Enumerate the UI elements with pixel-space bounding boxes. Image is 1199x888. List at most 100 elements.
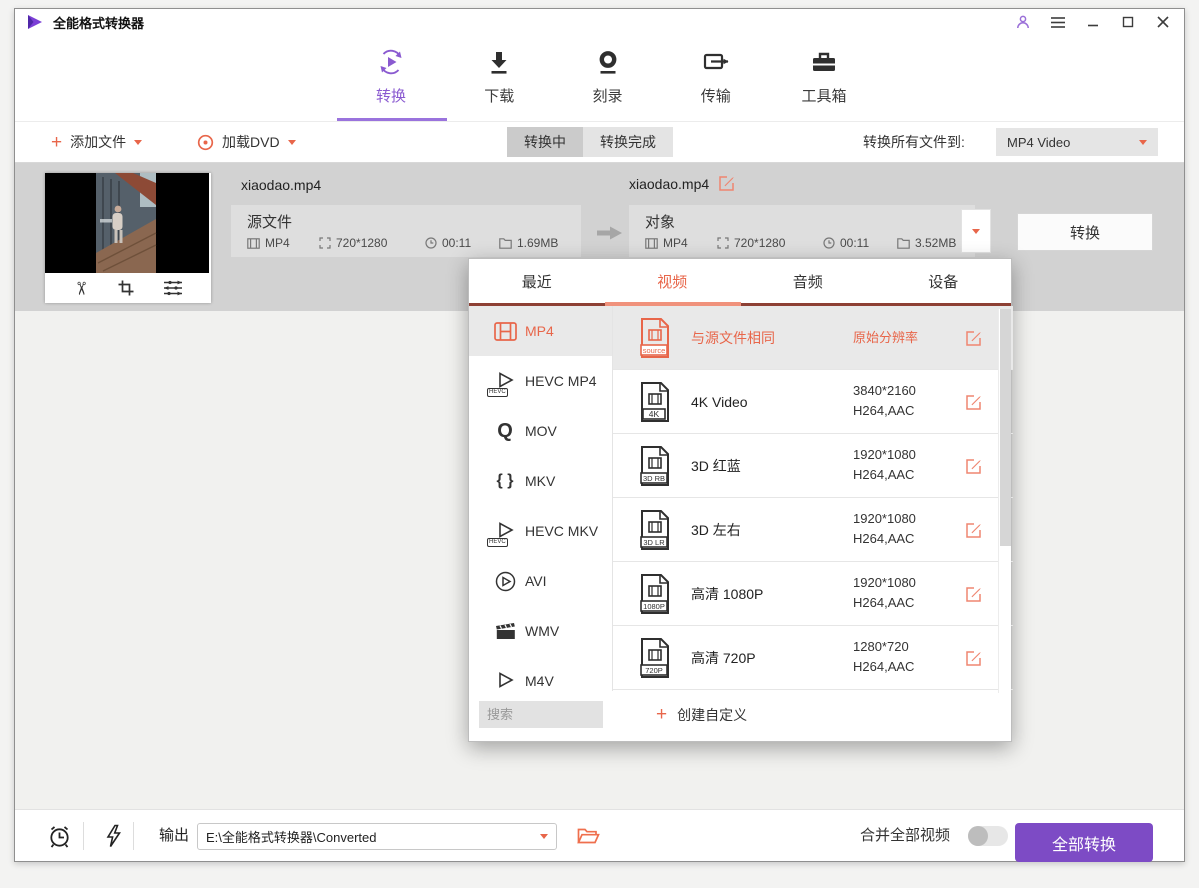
open-folder-icon[interactable]: [577, 828, 600, 845]
output-path-field: [197, 823, 557, 850]
minimize-icon[interactable]: [1084, 14, 1102, 30]
format-list: MP4 HEVC HEVC MP4 Q MOV { } MKV HEV: [469, 306, 613, 691]
tab-download[interactable]: 下载: [463, 47, 535, 106]
target-info-panel: 对象 MP4 720*1280 00:11: [629, 205, 975, 257]
thumbnail-toolbar: ✂: [45, 273, 211, 303]
add-file-button[interactable]: + 添加文件: [51, 122, 142, 162]
merge-videos-toggle[interactable]: [968, 826, 1008, 846]
format-item-mov[interactable]: Q MOV: [469, 406, 612, 456]
convert-all-button[interactable]: 全部转换: [1015, 823, 1153, 862]
format-item-mp4[interactable]: MP4: [469, 306, 612, 356]
4k-file-icon: 4K: [639, 381, 671, 428]
format-item-hevc-mkv[interactable]: HEVC HEVC MKV: [469, 506, 612, 556]
preset-same-as-source[interactable]: source 与源文件相同 原始分辨率: [613, 306, 1013, 370]
preset-3d-left-right[interactable]: 3D LR 3D 左右 1920*1080H264,AAC: [613, 498, 1013, 562]
close-icon[interactable]: [1154, 14, 1172, 30]
format-picker-popup: 最近 视频 音频 设备 MP4 HEVC HEVC MP4: [468, 258, 1012, 742]
add-file-label: 添加文件: [70, 132, 126, 152]
svg-text:source: source: [643, 346, 666, 355]
source-resolution: 720*1280: [319, 236, 425, 250]
load-dvd-button[interactable]: 加载DVD: [197, 122, 296, 162]
source-file-icon: source: [639, 317, 671, 364]
rename-icon[interactable]: [718, 175, 735, 192]
svg-text:3D RB: 3D RB: [643, 474, 665, 483]
mp4-film-icon: [485, 322, 525, 341]
target-format: MP4: [645, 236, 717, 250]
popup-tab-video[interactable]: 视频: [605, 259, 741, 306]
crop-icon[interactable]: [117, 279, 135, 297]
chevron-down-icon: [288, 140, 296, 145]
high-speed-icon[interactable]: [104, 824, 122, 848]
clapperboard-icon: [485, 622, 525, 640]
screen: 全能格式转换器: [0, 0, 1199, 888]
edit-preset-icon[interactable]: [965, 458, 982, 480]
preset-hd-1080p[interactable]: 1080P 高清 1080P 1920*1080H264,AAC: [613, 562, 1013, 626]
chevron-down-icon: [1139, 140, 1147, 145]
svg-text:3D LR: 3D LR: [643, 538, 665, 547]
effects-icon[interactable]: [163, 279, 183, 297]
hevc-play-icon: HEVC: [485, 522, 525, 540]
edit-preset-icon[interactable]: [965, 330, 982, 352]
format-item-mkv[interactable]: { } MKV: [469, 456, 612, 506]
target-resolution: 720*1280: [717, 236, 823, 250]
hevc-play-icon: HEVC: [485, 372, 525, 390]
target-panel-title: 对象: [645, 211, 975, 232]
edit-preset-icon[interactable]: [965, 650, 982, 672]
1080p-file-icon: 1080P: [639, 573, 671, 620]
source-panel-title: 源文件: [247, 211, 581, 232]
720p-file-icon: 720P: [639, 637, 671, 684]
tab-convert[interactable]: 转换: [355, 47, 427, 106]
popup-tab-recent[interactable]: 最近: [469, 259, 605, 306]
target-duration: 00:11: [823, 236, 897, 250]
maximize-icon[interactable]: [1119, 14, 1137, 30]
format-item-avi[interactable]: AVI: [469, 556, 612, 606]
convert-button[interactable]: 转换: [1017, 213, 1153, 251]
tab-transfer-label: 传输: [701, 85, 731, 106]
preset-hd-720p[interactable]: 720P 高清 720P 1280*720H264,AAC: [613, 626, 1013, 690]
scrollbar-thumb[interactable]: [1000, 309, 1011, 546]
popup-tab-audio[interactable]: 音频: [740, 259, 876, 306]
source-format: MP4: [247, 236, 319, 250]
plus-icon: +: [51, 133, 62, 152]
video-thumbnail-card: ✂: [45, 173, 211, 303]
tab-finished[interactable]: 转换完成: [583, 127, 673, 157]
format-search-input[interactable]: [479, 701, 603, 728]
format-item-wmv[interactable]: WMV: [469, 606, 612, 656]
target-format-dropdown-button[interactable]: [961, 209, 991, 253]
preset-4k-video[interactable]: 4K 4K Video 3840*2160H264,AAC: [613, 370, 1013, 434]
play-outline-icon: [485, 672, 525, 690]
toolbox-icon: [809, 47, 839, 77]
chevron-down-icon[interactable]: [540, 834, 548, 839]
app-title: 全能格式转换器: [53, 13, 144, 32]
svg-text:720P: 720P: [645, 666, 663, 675]
tab-transfer[interactable]: 传输: [680, 47, 752, 106]
format-item-m4v[interactable]: M4V: [469, 656, 612, 691]
queue-filter: 转换中 转换完成: [507, 127, 673, 157]
create-custom-button[interactable]: + 创建自定义: [656, 701, 747, 728]
tab-burn[interactable]: 刻录: [572, 47, 644, 106]
edit-preset-icon[interactable]: [965, 522, 982, 544]
tab-download-label: 下载: [484, 85, 514, 106]
video-thumbnail[interactable]: [45, 173, 209, 273]
preset-scrollbar[interactable]: [998, 309, 1011, 693]
toggle-knob: [968, 826, 988, 846]
folder-icon: [897, 238, 910, 249]
tab-toolbox[interactable]: 工具箱: [788, 47, 860, 106]
clock-icon: [425, 237, 437, 249]
output-path-input[interactable]: [197, 823, 557, 850]
edit-preset-icon[interactable]: [965, 586, 982, 608]
resolution-icon: [319, 237, 331, 249]
preset-3d-red-blue[interactable]: 3D RB 3D 红蓝 1920*1080H264,AAC: [613, 434, 1013, 498]
popup-tab-device[interactable]: 设备: [876, 259, 1012, 306]
schedule-icon[interactable]: [47, 824, 72, 849]
output-format-dropdown[interactable]: MP4 Video: [996, 128, 1158, 156]
format-item-hevc-mp4[interactable]: HEVC HEVC MP4: [469, 356, 612, 406]
menu-icon[interactable]: [1049, 14, 1067, 30]
tab-converting[interactable]: 转换中: [507, 127, 583, 157]
load-dvd-label: 加载DVD: [222, 132, 280, 152]
edit-preset-icon[interactable]: [965, 394, 982, 416]
account-icon[interactable]: [1014, 14, 1032, 30]
trim-icon[interactable]: ✂: [70, 280, 91, 295]
app-logo-icon: [27, 14, 44, 30]
toolbar: + 添加文件 加载DVD 转换中 转换完成 转换所有文件到: MP4 Video: [15, 121, 1184, 163]
